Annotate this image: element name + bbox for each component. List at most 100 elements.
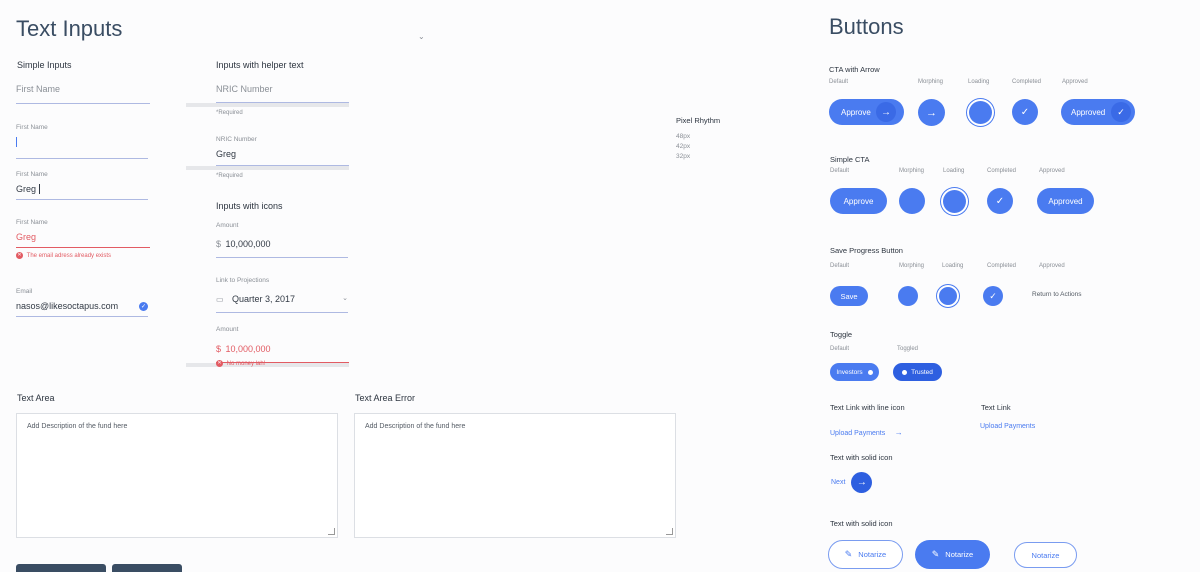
next-button[interactable]: Next → xyxy=(831,472,873,493)
error-icon: ✕ xyxy=(16,252,23,259)
morphing-arrow-button[interactable]: → xyxy=(918,99,945,126)
icon-inputs-heading: Inputs with icons xyxy=(216,201,283,211)
loading-button[interactable] xyxy=(969,101,992,124)
notarize-text-button[interactable]: Notarize xyxy=(1014,542,1077,568)
check-icon: ✓ xyxy=(1020,106,1030,118)
projections-label: Link to Projections xyxy=(216,277,270,284)
morphing-button[interactable] xyxy=(899,188,925,214)
resize-handle-icon[interactable] xyxy=(328,528,335,535)
description-textarea[interactable]: Add Description of the fund here xyxy=(16,413,338,538)
cta-arrow-heading: CTA with Arrow xyxy=(829,65,880,74)
arrow-right-icon: → xyxy=(851,472,873,493)
text-cursor xyxy=(16,137,17,147)
first-name-label: First Name xyxy=(16,219,48,226)
nric-helper: *Required xyxy=(216,173,243,179)
approve-arrow-button[interactable]: Approve → xyxy=(829,99,904,125)
toggle-heading: Toggle xyxy=(830,330,853,339)
amount-value: 10,000,000 xyxy=(225,239,271,249)
projections-value: Quarter 3, 2017 xyxy=(232,294,296,304)
text-inputs-title: Text Inputs xyxy=(16,16,123,41)
solid-icon-heading: Text with solid icon xyxy=(830,453,893,462)
save-button[interactable]: Save xyxy=(830,286,868,306)
dollar-icon: $ xyxy=(216,344,222,354)
completed-button[interactable]: ✓ xyxy=(1012,99,1038,125)
pencil-icon: ✎ xyxy=(844,549,853,559)
first-name-error-value: Greg xyxy=(16,232,37,242)
arrow-right-icon: → xyxy=(876,102,896,122)
approved-arrow-button[interactable]: Approved ✓ xyxy=(1061,99,1135,125)
completed-save-button[interactable]: ✓ xyxy=(983,286,1003,306)
notarize-outline-button[interactable]: ✎ Notarize xyxy=(828,540,903,569)
first-name-value: Greg xyxy=(16,184,37,194)
loading-button[interactable] xyxy=(943,190,966,213)
pencil-icon: ✎ xyxy=(931,549,940,559)
calendar-icon: ▭ xyxy=(216,295,224,304)
toggle-dot-icon xyxy=(867,369,873,375)
nric-label: NRIC Number xyxy=(216,136,257,143)
upload-payments-arrow-link[interactable]: Upload Payments → xyxy=(830,422,903,440)
toggle-dot-icon xyxy=(902,369,908,375)
helper-inputs-heading: Inputs with helper text xyxy=(216,60,304,70)
nric-input-filled[interactable]: NRIC Number Greg *Required xyxy=(186,136,349,179)
check-icon: ✓ xyxy=(989,290,997,301)
upload-payments-link[interactable]: Upload Payments xyxy=(980,423,1035,430)
email-value: nasos@likesoctapus.com xyxy=(16,301,119,311)
description-textarea-error[interactable]: Add Description of the fund here xyxy=(354,413,676,538)
first-name-input-filled[interactable]: First Name Greg xyxy=(16,171,148,200)
first-name-input-focused[interactable]: First Name xyxy=(16,124,148,159)
projections-select[interactable]: Link to Projections ▭ Quarter 3, 2017 ⌄ xyxy=(216,277,348,313)
return-to-actions-link[interactable]: Return to Actions xyxy=(1032,291,1082,298)
loading-save-button[interactable] xyxy=(939,287,957,305)
first-name-input-error[interactable]: First Name Greg xyxy=(16,219,150,248)
first-name-label: First Name xyxy=(16,124,48,131)
textarea-placeholder: Add Description of the fund here xyxy=(365,423,466,430)
first-name-label: First Name xyxy=(16,171,48,178)
amount-input[interactable]: Amount $ 10,000,000 xyxy=(216,222,348,258)
email-error-message: ✕ The email adress already exists xyxy=(16,252,112,260)
textarea-placeholder: Add Description of the fund here xyxy=(27,423,128,430)
text-cursor xyxy=(39,184,41,194)
approved-button[interactable]: Approved xyxy=(1037,188,1094,214)
amount-label: Amount xyxy=(216,326,239,333)
text-link-heading: Text Link xyxy=(981,403,1011,412)
arrow-right-icon: → xyxy=(926,106,937,119)
resize-handle-icon[interactable] xyxy=(666,528,673,535)
pixel-rhythm: Pixel Rhythm 48px 42px 32px xyxy=(676,116,721,160)
solid-icon-heading-2: Text with solid icon xyxy=(830,519,893,528)
approve-button[interactable]: Approve xyxy=(830,188,887,214)
amount-input-error[interactable]: Amount $ 10,000,000 xyxy=(186,326,349,367)
nric-input-empty[interactable]: NRIC Number *Required xyxy=(186,84,349,116)
first-name-input-empty[interactable]: First Name xyxy=(16,84,150,104)
completed-button[interactable]: ✓ xyxy=(987,188,1013,214)
check-icon: ✓ xyxy=(995,195,1005,207)
chevron-down-icon: ⌄ xyxy=(418,32,425,41)
save-progress-heading: Save Progress Button xyxy=(830,246,903,255)
notarize-solid-button[interactable]: ✎ Notarize xyxy=(915,540,990,569)
amount-error-message: ✕ No money lah! xyxy=(216,360,266,368)
first-name-placeholder: First Name xyxy=(16,84,61,94)
simple-inputs-heading: Simple Inputs xyxy=(17,60,72,70)
text-area-heading: Text Area xyxy=(17,393,55,403)
arrow-right-icon: → xyxy=(894,428,903,437)
nric-value: Greg xyxy=(216,149,237,159)
error-icon: ✕ xyxy=(216,360,223,367)
trusted-toggle[interactable]: Trusted xyxy=(893,363,942,381)
email-input[interactable]: Email nasos@likesoctapus.com ✓ xyxy=(16,288,148,317)
cut-off-heading xyxy=(16,564,196,572)
amount-label: Amount xyxy=(216,222,239,229)
amount-error-value: 10,000,000 xyxy=(225,344,271,354)
pixel-rhythm-heading: Pixel Rhythm xyxy=(676,116,721,125)
chevron-down-icon: ⌄ xyxy=(342,295,348,302)
dollar-icon: $ xyxy=(216,239,222,249)
check-icon: ✓ xyxy=(1111,102,1131,122)
nric-placeholder: NRIC Number xyxy=(216,84,273,94)
email-label: Email xyxy=(16,288,33,295)
nric-helper: *Required xyxy=(216,110,243,116)
morphing-save-button[interactable] xyxy=(898,286,918,306)
check-icon: ✓ xyxy=(139,301,148,311)
text-area-error-heading: Text Area Error xyxy=(355,393,416,403)
investors-toggle[interactable]: Investors xyxy=(830,363,879,381)
text-link-icon-heading: Text Link with line icon xyxy=(830,403,905,412)
simple-cta-heading: Simple CTA xyxy=(830,155,870,164)
buttons-title: Buttons xyxy=(829,14,904,39)
